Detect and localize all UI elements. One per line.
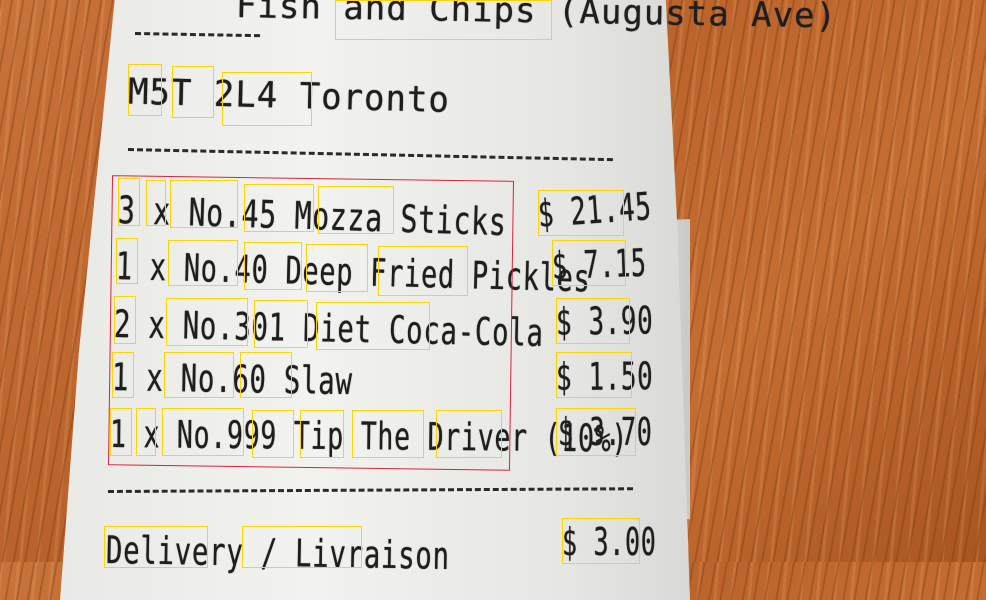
photo-scene: Fish and Chips (Augusta Ave) M5T 2L4 Tor… — [0, 0, 986, 600]
postal-city: M5T 2L4 Toronto — [127, 71, 451, 122]
item-price-1: $ 21.45 — [536, 184, 653, 236]
item-desc-3: 2 x No.301 Diet Coca-Cola — [113, 302, 545, 355]
item-price-2: $ 7.15 — [551, 240, 648, 288]
item-price-5: $ 3.70 — [558, 410, 653, 454]
delivery-price: $ 3.00 — [562, 520, 657, 564]
item-desc-4: 1 x No.60 Slaw — [111, 355, 354, 404]
item-price-4: $ 1.50 — [555, 354, 654, 399]
item-desc-5: 1 x No.999 Tip The Driver (10%) — [109, 412, 629, 461]
item-price-3: $ 3.90 — [555, 298, 654, 344]
delivery-label: Delivery / Livraison — [105, 528, 451, 578]
